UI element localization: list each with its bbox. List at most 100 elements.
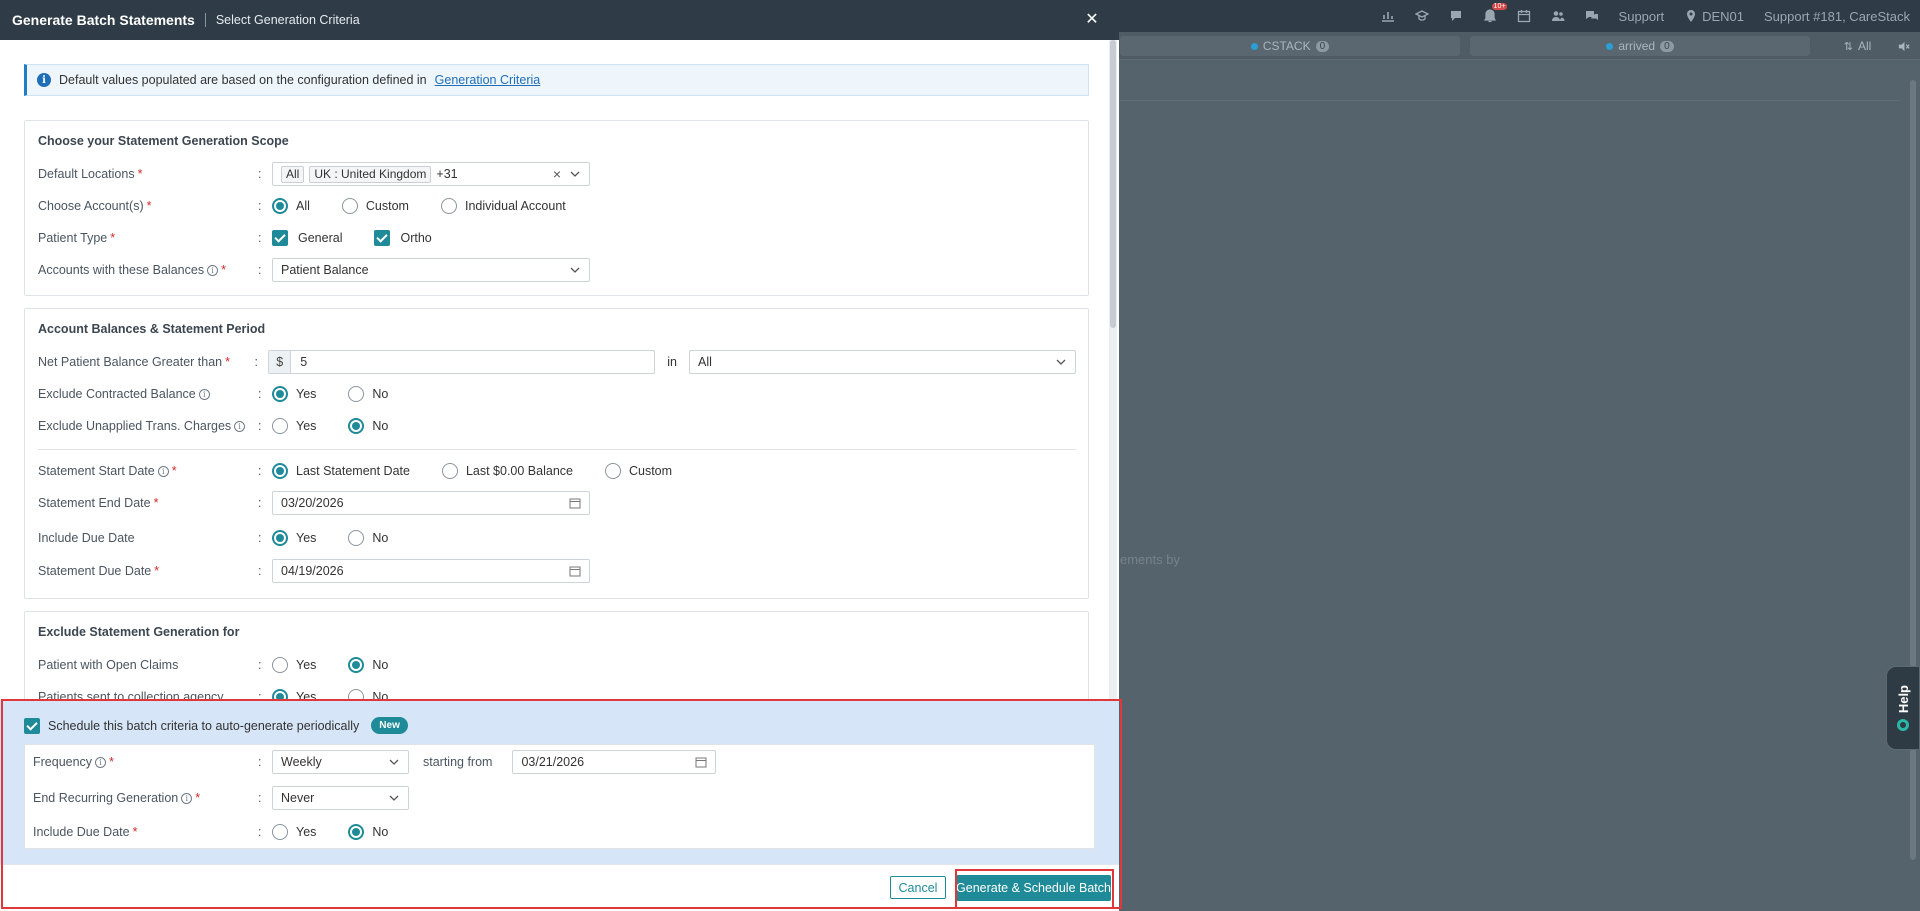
modal-scrollbar[interactable] — [1109, 40, 1117, 700]
section-title: Exclude Statement Generation for — [38, 625, 240, 639]
net-balance-input[interactable]: $ 5 — [268, 350, 656, 374]
pill-label: arrived — [1618, 39, 1656, 53]
currency-symbol: $ — [269, 351, 292, 373]
help-tab[interactable]: Help — [1886, 666, 1920, 750]
end-date-row: Statement End Date * : 03/20/2026 — [38, 490, 1076, 516]
info-icon[interactable]: i — [207, 264, 219, 276]
field-label: Net Patient Balance Greater than * — [38, 355, 231, 369]
location-selector[interactable]: DEN01 — [1684, 9, 1744, 24]
filter-all-label: All — [1857, 39, 1872, 53]
schedule-panel: Schedule this batch criteria to auto-gen… — [0, 700, 1119, 864]
status-dot — [1606, 42, 1614, 50]
field-label: Frequency i * — [33, 755, 114, 769]
info-icon[interactable]: i — [198, 388, 210, 400]
patient-type-ortho-checkbox[interactable]: Ortho — [374, 230, 432, 246]
modal-body[interactable]: i Default values populated are based on … — [0, 40, 1119, 700]
location-label: DEN01 — [1702, 8, 1745, 24]
account-custom-radio[interactable]: Custom — [341, 198, 409, 214]
messages-icon[interactable] — [1585, 9, 1599, 23]
status-pill-cstack[interactable]: CSTACK 0 — [1120, 36, 1460, 56]
balances-select[interactable]: Patient Balance — [272, 258, 590, 282]
exclude-unapplied-yes-radio[interactable]: Yes — [272, 418, 316, 434]
start-last-zero-balance-radio[interactable]: Last $0.00 Balance — [441, 463, 573, 479]
support-link[interactable]: Support — [1619, 9, 1665, 24]
section-title: Choose your Statement Generation Scope — [38, 134, 289, 148]
balances-section: Account Balances & Statement Period Net … — [24, 308, 1089, 599]
accounts-row: Choose Account(s) * : All Custom Individu… — [38, 198, 566, 214]
location-tag[interactable]: All — [281, 165, 305, 183]
info-icon[interactable]: i — [234, 420, 246, 432]
exclude-contracted-no-radio[interactable]: No — [348, 386, 388, 402]
clear-icon[interactable]: × — [553, 166, 561, 182]
open-claims-no-radio[interactable]: No — [348, 657, 388, 673]
calendar-icon[interactable] — [1517, 9, 1531, 23]
collection-yes-radio[interactable]: Yes — [272, 689, 316, 700]
generation-criteria-link[interactable]: Generation Criteria — [435, 73, 541, 87]
chart-icon[interactable] — [1381, 9, 1395, 23]
scrollbar-thumb[interactable] — [1110, 40, 1116, 328]
modal-footer: Cancel Generate & Schedule Batch — [0, 864, 1119, 911]
status-pill-arrived[interactable]: arrived 0 — [1470, 36, 1810, 56]
calendar-icon[interactable] — [695, 756, 707, 768]
calendar-icon[interactable] — [569, 497, 581, 509]
field-label: Statement Start Date i * — [38, 464, 177, 478]
graduation-cap-icon[interactable] — [1414, 9, 1430, 23]
exclude-unapplied-row: Exclude Unapplied Trans. Charges i : Yes … — [38, 418, 389, 434]
field-label: Exclude Contracted Balance i — [38, 387, 258, 401]
patient-type-row: Patient Type * : General Ortho — [38, 230, 432, 246]
include-due-yes-radio[interactable]: Yes — [272, 530, 316, 546]
start-date-row: Statement Start Date i * : Last Statement … — [38, 463, 673, 479]
info-icon[interactable]: i — [157, 465, 169, 477]
account-all-radio[interactable]: All — [272, 198, 310, 214]
generate-schedule-batch-button[interactable]: Generate & Schedule Batch — [956, 875, 1111, 901]
due-date-row: Statement Due Date * : 04/19/2026 — [38, 558, 1076, 584]
background-divider — [1120, 100, 1900, 101]
schedule-label: Schedule this batch criteria to auto-gen… — [48, 718, 360, 733]
location-tag[interactable]: UK : United Kingdom — [309, 165, 432, 183]
filter-icon: ⇅ — [1843, 40, 1853, 53]
mute-icon[interactable] — [1893, 36, 1913, 56]
generate-batch-statements-modal: Generate Batch Statements Select Generat… — [0, 0, 1119, 911]
user-menu[interactable]: Support #181, CareStack — [1764, 9, 1910, 24]
info-icon[interactable]: i — [95, 756, 107, 768]
starting-date-picker[interactable]: 03/21/2026 — [512, 750, 717, 774]
open-claims-yes-radio[interactable]: Yes — [272, 657, 316, 673]
exclude-unapplied-no-radio[interactable]: No — [348, 418, 388, 434]
schedule-due-no-radio[interactable]: No — [348, 824, 388, 840]
field-label: Statement End Date * — [38, 496, 159, 510]
info-banner: i Default values populated are based on … — [24, 64, 1089, 96]
due-date-picker[interactable]: 04/19/2026 — [272, 559, 590, 583]
notification-bell-icon[interactable]: 10+ — [1483, 3, 1508, 23]
end-date-picker[interactable]: 03/20/2026 — [272, 491, 590, 515]
users-icon[interactable] — [1551, 9, 1565, 23]
chat-icon[interactable] — [1449, 9, 1463, 23]
schedule-due-yes-radio[interactable]: Yes — [272, 824, 316, 840]
calendar-icon[interactable] — [569, 565, 581, 577]
filter-all[interactable]: ⇅ All — [1830, 36, 1885, 56]
lifebuoy-icon — [1897, 719, 1909, 732]
checkbox-checked[interactable] — [24, 717, 40, 734]
field-label: Include Due Date * — [33, 825, 138, 839]
default-locations-select[interactable]: All UK : United Kingdom +31 × — [272, 162, 590, 186]
cancel-button[interactable]: Cancel — [890, 876, 946, 899]
frequency-select[interactable]: Weekly — [272, 750, 409, 774]
close-icon[interactable]: ✕ — [1083, 11, 1101, 29]
exclude-contracted-yes-radio[interactable]: Yes — [272, 386, 316, 402]
topbar-right: 10+ Support DEN01 Support #181, CareStac… — [1381, 0, 1910, 32]
start-custom-radio[interactable]: Custom — [604, 463, 672, 479]
include-due-date-row: Include Due Date : Yes No — [38, 530, 389, 546]
info-icon[interactable]: i — [181, 792, 193, 804]
schedule-checkbox[interactable]: Schedule this batch criteria to auto-gen… — [24, 717, 408, 734]
open-claims-row: Patient with Open Claims : Yes No — [38, 657, 389, 673]
modal-title: Generate Batch Statements — [12, 12, 195, 28]
balance-in-select[interactable]: All — [689, 350, 1076, 374]
start-last-statement-radio[interactable]: Last Statement Date — [272, 463, 410, 479]
patient-type-general-checkbox[interactable]: General — [272, 230, 342, 246]
location-pin-icon — [1684, 9, 1698, 23]
exclude-section: Exclude Statement Generation for Patient… — [24, 611, 1089, 700]
include-due-no-radio[interactable]: No — [348, 530, 388, 546]
balances-row: Accounts with these Balances i * : Patient… — [38, 257, 1076, 283]
collection-no-radio[interactable]: No — [348, 689, 388, 700]
account-individual-radio[interactable]: Individual Account — [440, 198, 566, 214]
end-recurring-select[interactable]: Never — [272, 786, 409, 810]
